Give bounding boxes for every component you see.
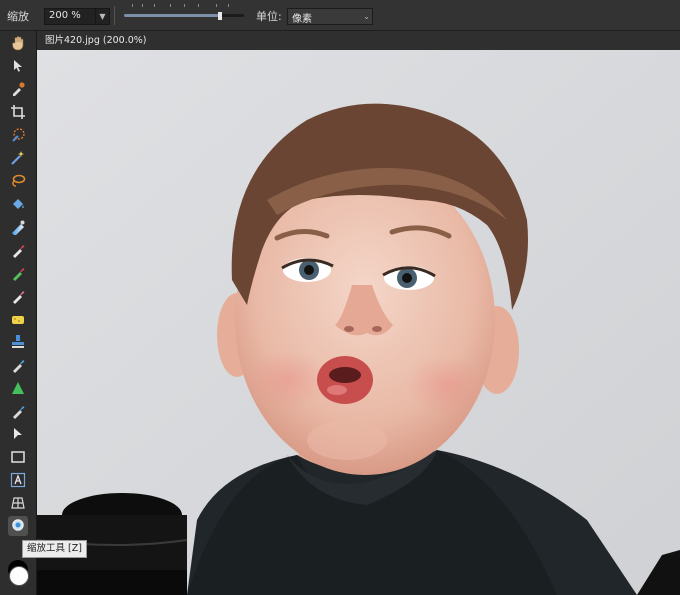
move-tool[interactable] <box>8 56 28 76</box>
lasso-tool[interactable] <box>8 171 28 191</box>
canvas-viewport[interactable] <box>37 50 680 595</box>
sponge-tool[interactable] <box>8 309 28 329</box>
text-a-icon <box>10 472 26 488</box>
zoom-label: 缩放 <box>7 10 29 23</box>
zoom-field[interactable]: 200 % ▼ <box>44 8 110 25</box>
document-tab[interactable]: 图片420.jpg (200.0%) <box>37 31 155 50</box>
selection-brush-tool[interactable] <box>8 125 28 145</box>
smudge-tool[interactable] <box>8 401 28 421</box>
color-replacement-tool[interactable] <box>8 263 28 283</box>
fill-tool[interactable] <box>8 194 28 214</box>
zoom-slider[interactable] <box>124 14 244 17</box>
selection-brush-icon <box>12 128 25 142</box>
rectangle-icon <box>11 451 25 463</box>
arrow-cursor-icon <box>14 60 22 72</box>
chevron-down-icon[interactable]: ▼ <box>95 9 109 24</box>
erase-brush-tool[interactable] <box>8 286 28 306</box>
zoom-value: 200 % <box>49 10 81 21</box>
clone-tool[interactable] <box>8 332 28 352</box>
foreground-color-swatch[interactable] <box>9 566 29 586</box>
magic-wand-icon <box>11 151 24 165</box>
zoom-slider-thumb[interactable] <box>218 12 222 20</box>
zoom-slider-fill <box>124 14 220 17</box>
magic-wand-tool[interactable] <box>8 148 28 168</box>
unit-select[interactable]: 像素 ⌄ <box>287 8 373 25</box>
eyedropper-icon <box>13 82 25 96</box>
sharpen-icon <box>12 382 24 394</box>
color-picker-tool[interactable] <box>8 79 28 99</box>
zoom-tool[interactable] <box>8 516 28 536</box>
paint-bucket-icon <box>13 199 24 209</box>
stamp-icon <box>12 335 24 348</box>
eraser-icon <box>13 291 25 304</box>
photo-image <box>37 50 680 595</box>
paint-brush-icon <box>13 245 25 258</box>
hand-tool[interactable] <box>8 33 28 53</box>
lasso-icon <box>12 174 26 187</box>
bandage-icon <box>13 360 25 373</box>
artistic-text-tool[interactable] <box>8 470 28 490</box>
color-replace-brush-icon <box>13 268 25 281</box>
unit-label: 单位: <box>256 10 282 23</box>
unit-value: 像素 <box>292 14 312 25</box>
slider-ticks <box>132 4 232 8</box>
document-tab-bar: 图片420.jpg (200.0%) <box>37 31 680 50</box>
tools-panel <box>0 31 37 595</box>
hand-icon <box>12 36 24 51</box>
paint-brush-tool[interactable] <box>8 240 28 260</box>
sponge-icon <box>12 316 24 324</box>
separator <box>114 6 115 25</box>
node-arrow-icon <box>14 428 22 439</box>
healing-tool[interactable] <box>8 355 28 375</box>
smudge-icon <box>13 406 25 419</box>
sharpen-tool[interactable] <box>8 378 28 398</box>
mesh-warp-icon <box>11 497 25 509</box>
rectangle-tool[interactable] <box>8 447 28 467</box>
gradient-icon <box>12 220 25 235</box>
magnifier-icon <box>12 519 24 531</box>
mesh-warp-tool[interactable] <box>8 493 28 513</box>
gradient-tool[interactable] <box>8 217 28 237</box>
context-toolbar: 缩放 200 % ▼ 单位: 像素 ⌄ <box>0 0 680 31</box>
chevron-down-icon[interactable]: ⌄ <box>363 9 370 24</box>
crop-tool[interactable] <box>8 102 28 122</box>
node-tool[interactable] <box>8 424 28 444</box>
crop-icon <box>11 105 25 119</box>
tool-tooltip: 缩放工具 [Z] <box>22 540 87 558</box>
